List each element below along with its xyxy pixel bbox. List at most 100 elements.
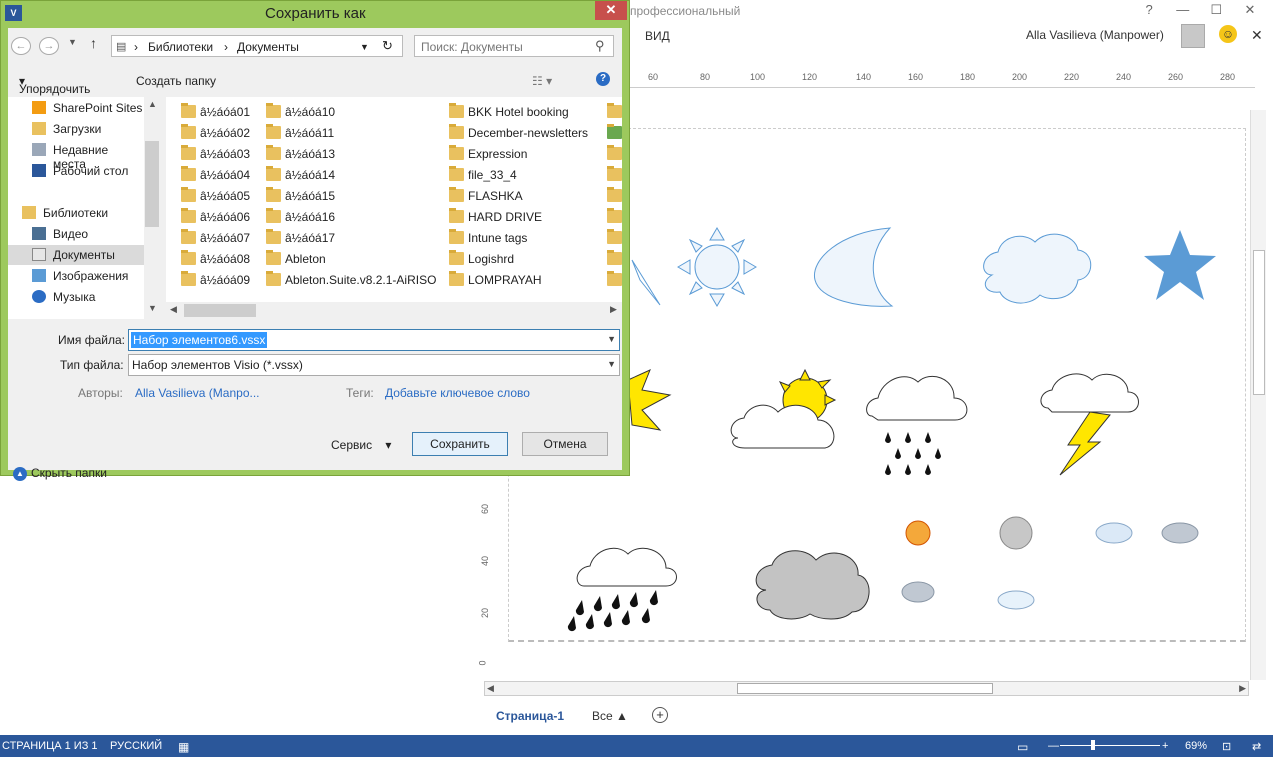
folder-icon: [607, 271, 622, 286]
filetype-select[interactable]: Набор элементов Visio (*.vssx) ▼: [128, 354, 620, 376]
switch-windows-icon[interactable]: ⇄: [1252, 740, 1261, 753]
scroll-right-icon[interactable]: ▶: [1239, 683, 1246, 694]
sidebar-item-libraries[interactable]: Библиотеки: [8, 203, 144, 223]
nav-scrollbar[interactable]: ▲ ▼: [144, 97, 160, 319]
close-window-button[interactable]: ✕: [1235, 2, 1265, 18]
breadcrumb-documents[interactable]: Документы: [237, 40, 299, 54]
zoom-slider-thumb[interactable]: [1091, 740, 1095, 750]
refresh-icon[interactable]: ↻: [382, 38, 393, 54]
small-moon-icon[interactable]: [999, 516, 1033, 550]
sidebar-item-label: Рабочий стол: [53, 164, 129, 178]
save-button[interactable]: Сохранить: [412, 432, 508, 456]
small-sun-icon[interactable]: [905, 520, 931, 546]
folder-icon: [266, 229, 281, 244]
navigation-pane: SharePoint Sites Загрузки Недавние места…: [8, 97, 160, 319]
cloud-outline-shape[interactable]: [983, 233, 1092, 304]
service-button[interactable]: Сервис ▾: [331, 438, 391, 452]
moon-shape[interactable]: [813, 227, 894, 307]
scroll-thumb[interactable]: [145, 141, 159, 227]
scroll-right-icon[interactable]: ▶: [610, 304, 617, 315]
scroll-thumb[interactable]: [184, 304, 256, 317]
fit-page-icon[interactable]: ⊡: [1222, 740, 1231, 753]
cancel-button[interactable]: Отмена: [522, 432, 608, 456]
breadcrumb[interactable]: ▤ › Библиотеки › Документы ▼ ↻: [111, 35, 403, 57]
sidebar-item-documents[interactable]: Документы: [8, 245, 144, 265]
vertical-scrollbar[interactable]: [1250, 110, 1266, 680]
back-icon[interactable]: ←: [11, 37, 31, 55]
sidebar-item-desktop[interactable]: Рабочий стол: [8, 161, 144, 181]
rain-cloud-shape[interactable]: [866, 376, 968, 475]
language[interactable]: РУССКИЙ: [110, 740, 162, 752]
file-name: Intune tags: [468, 231, 528, 245]
filename-label: Имя файла:: [58, 333, 125, 347]
hide-folders-button[interactable]: ▲ Скрыть папки: [13, 466, 107, 481]
chevron-down-icon[interactable]: ▼: [607, 359, 616, 369]
avatar[interactable]: [1181, 24, 1205, 48]
maximize-button[interactable]: ☐: [1201, 2, 1231, 18]
small-rain-cloud-icon[interactable]: [1161, 522, 1199, 544]
new-folder-button[interactable]: Создать папку: [136, 74, 216, 88]
tab-all-pages[interactable]: Все ▲: [592, 709, 628, 723]
sidebar-item-pictures[interactable]: Изображения: [8, 266, 144, 286]
sun-outline-shape[interactable]: [677, 227, 757, 307]
sidebar-item-downloads[interactable]: Загрузки: [8, 119, 144, 139]
help-icon[interactable]: ?: [596, 72, 610, 86]
horizontal-scrollbar[interactable]: ◀ ▶: [484, 681, 1249, 696]
feedback-smiley-icon[interactable]: ☺: [1219, 25, 1237, 43]
organize-button[interactable]: Упорядочить ▾: [19, 74, 90, 96]
folder-icon: [449, 145, 464, 160]
scroll-up-icon[interactable]: ▲: [148, 99, 157, 109]
lightning-shape[interactable]: [631, 259, 661, 306]
zoom-out-icon[interactable]: —: [1048, 740, 1059, 752]
help-button[interactable]: ?: [1134, 2, 1164, 17]
small-cloud-icon[interactable]: [997, 590, 1035, 610]
add-page-icon[interactable]: +: [652, 707, 668, 723]
file-hscrollbar[interactable]: ◀ ▶: [166, 302, 622, 319]
partly-cloudy-shape[interactable]: [730, 368, 837, 449]
breadcrumb-libraries[interactable]: Библиотеки: [148, 40, 213, 54]
sidebar-item-music[interactable]: Музыка: [8, 287, 144, 307]
authors-value[interactable]: Alla Vasilieva (Manpo...: [135, 386, 260, 400]
zoom-slider[interactable]: [1060, 745, 1160, 746]
recent-dropdown-icon[interactable]: ▼: [68, 37, 77, 47]
tab-view[interactable]: ВИД: [645, 29, 670, 43]
up-icon[interactable]: ↑: [90, 35, 97, 51]
scroll-thumb[interactable]: [1253, 250, 1265, 395]
zoom-in-icon[interactable]: +: [1162, 740, 1168, 752]
small-partly-cloudy-icon[interactable]: [1095, 522, 1133, 544]
view-options-icon[interactable]: ☷ ▾: [532, 74, 552, 88]
sidebar-item-sharepoint[interactable]: SharePoint Sites: [8, 98, 144, 118]
scroll-down-icon[interactable]: ▼: [148, 303, 157, 313]
scroll-thumb[interactable]: [737, 683, 993, 694]
star-shape[interactable]: [1144, 230, 1216, 300]
grey-cloud-shape[interactable]: [755, 550, 870, 620]
file-icon: [607, 124, 622, 139]
minimize-button[interactable]: —: [1168, 2, 1198, 17]
zoom-level[interactable]: 69%: [1185, 740, 1207, 752]
close-icon[interactable]: ✕: [1251, 27, 1263, 44]
tab-page-1[interactable]: Страница-1: [496, 709, 564, 723]
macro-icon[interactable]: ▦: [178, 740, 189, 754]
dialog-close-button[interactable]: ✕: [595, 1, 627, 20]
chevron-down-icon[interactable]: ▼: [607, 334, 616, 344]
heavy-rain-cloud-shape[interactable]: [560, 540, 680, 635]
filename-field[interactable]: Набор элементов6.vssx ▼: [128, 329, 620, 351]
weather-shapes[interactable]: [620, 220, 1260, 640]
sidebar-item-label: SharePoint Sites: [53, 101, 143, 115]
file-name: â½áóá14: [285, 168, 336, 182]
small-storm-icon[interactable]: [901, 581, 935, 603]
presentation-icon[interactable]: ▭: [1017, 740, 1028, 754]
scroll-left-icon[interactable]: ◀: [487, 683, 494, 694]
user-name[interactable]: Alla Vasilieva (Manpower): [1026, 28, 1164, 42]
tags-field[interactable]: Добавьте ключевое слово: [385, 386, 530, 400]
sun-partial-shape[interactable]: [627, 369, 672, 431]
forward-icon[interactable]: →: [39, 37, 59, 55]
scroll-left-icon[interactable]: ◀: [170, 304, 177, 315]
sidebar-item-video[interactable]: Видео: [8, 224, 144, 244]
thunderstorm-shape[interactable]: [1040, 373, 1139, 476]
search-input[interactable]: Поиск: Документы ⚲: [414, 35, 614, 57]
page-count[interactable]: СТРАНИЦА 1 ИЗ 1: [2, 740, 98, 752]
breadcrumb-dropdown-icon[interactable]: ▼: [360, 42, 369, 52]
sidebar-item-recent[interactable]: Недавние места: [8, 140, 144, 171]
folder-icon: [449, 271, 464, 286]
